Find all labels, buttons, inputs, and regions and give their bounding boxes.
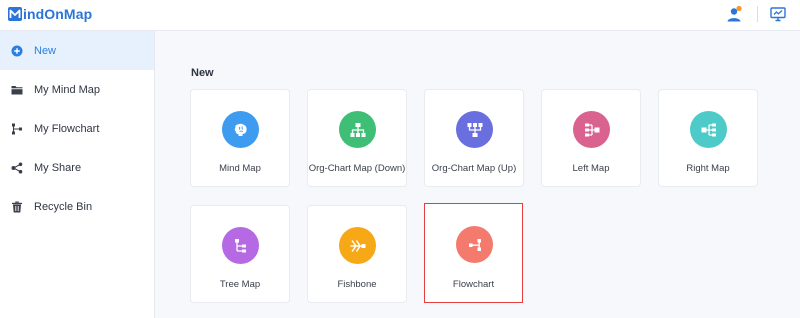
main-content: New Mind Map Org-Chart Map (Down) Org-Ch… [156, 31, 800, 318]
user-avatar[interactable] [725, 5, 743, 23]
card-label: Org-Chart Map (Down) [308, 163, 406, 174]
card-label: Org-Chart Map (Up) [431, 163, 517, 174]
flowchart-icon [11, 123, 23, 135]
org-chart-up-icon [456, 111, 493, 148]
topbar-divider [757, 6, 758, 22]
plus-circle-icon [11, 45, 23, 57]
app-logo[interactable]: indOnMap [8, 6, 92, 22]
template-card-org-chart-down[interactable]: Org-Chart Map (Down) [307, 89, 407, 187]
trash-icon [11, 201, 23, 213]
template-card-tree-map[interactable]: Tree Map [190, 205, 290, 303]
card-label: Mind Map [219, 163, 261, 174]
sidebar-item-label: New [34, 44, 57, 57]
card-label: Right Map [686, 163, 730, 174]
sidebar-item-my-share[interactable]: My Share [0, 148, 154, 187]
template-card-org-chart-up[interactable]: Org-Chart Map (Up) [424, 89, 524, 187]
sidebar-item-label: My Share [34, 161, 82, 174]
card-label: Tree Map [219, 279, 261, 290]
sidebar-item-my-flowchart[interactable]: My Flowchart [0, 109, 154, 148]
sidebar-item-label: My Flowchart [34, 122, 100, 135]
org-chart-down-icon [339, 111, 376, 148]
template-card-mind-map[interactable]: Mind Map [190, 89, 290, 187]
card-label: Fishbone [337, 279, 377, 290]
logo-text: indOnMap [23, 6, 93, 22]
template-card-flowchart[interactable]: Flowchart [424, 203, 523, 303]
sidebar-item-my-mind-map[interactable]: My Mind Map [0, 70, 154, 109]
card-label: Left Map [572, 163, 610, 174]
fishbone-icon [339, 227, 376, 264]
sidebar-item-recycle-bin[interactable]: Recycle Bin [0, 187, 154, 226]
right-map-icon [690, 111, 727, 148]
share-icon [11, 162, 23, 174]
card-label: Flowchart [452, 279, 495, 290]
left-map-icon [573, 111, 610, 148]
tree-map-icon [222, 227, 259, 264]
sidebar-item-new[interactable]: New [0, 31, 154, 70]
sidebar: New My Mind Map My Flowchart My Share Re… [0, 31, 155, 318]
brain-icon [222, 111, 259, 148]
flowchart-icon [456, 226, 493, 263]
folder-icon [11, 84, 23, 96]
section-title: New [191, 67, 214, 79]
template-card-left-map[interactable]: Left Map [541, 89, 641, 187]
sidebar-item-label: My Mind Map [34, 83, 101, 96]
logo-mark-icon [8, 7, 22, 21]
monitor-icon[interactable] [770, 6, 786, 22]
sidebar-item-label: Recycle Bin [34, 200, 93, 213]
template-card-fishbone[interactable]: Fishbone [307, 205, 407, 303]
template-card-right-map[interactable]: Right Map [658, 89, 758, 187]
top-bar: indOnMap [0, 0, 800, 31]
